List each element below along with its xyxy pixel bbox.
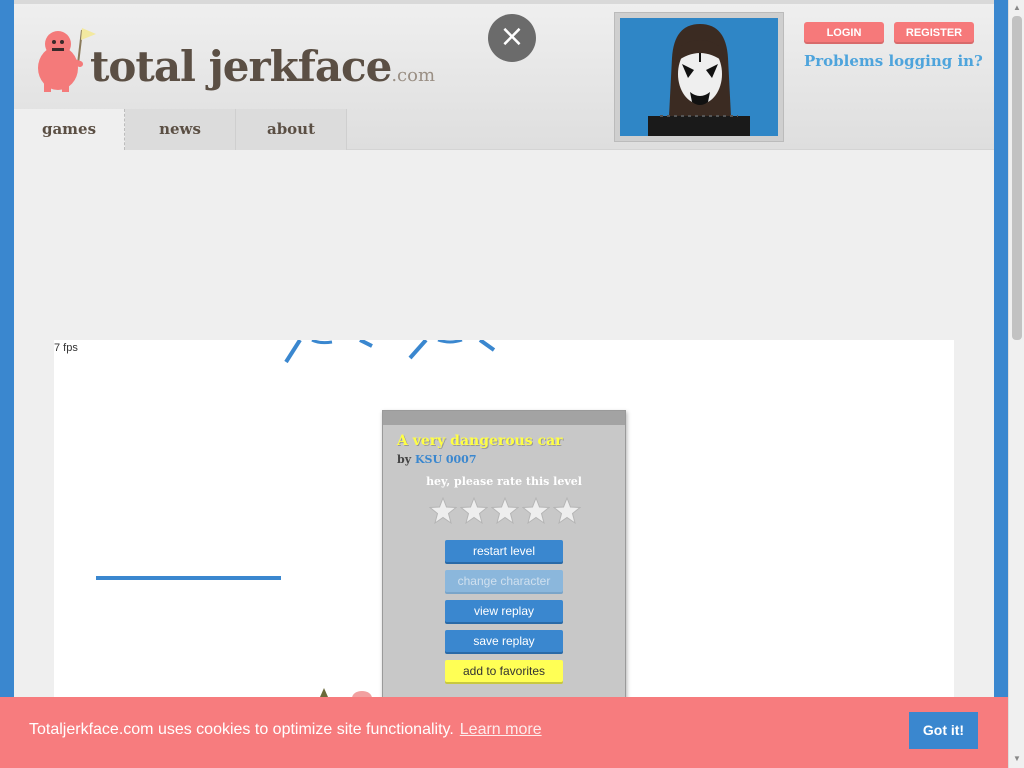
rating-stars (429, 497, 581, 525)
save-replay-button[interactable]: save replay (445, 630, 563, 652)
cookie-message: Totaljerkface.com uses cookies to optimi… (29, 721, 454, 738)
register-button[interactable]: REGISTER (894, 22, 974, 44)
by-label: by (397, 453, 412, 466)
logo-tld: .com (391, 65, 436, 86)
track-platform (96, 576, 281, 580)
scroll-up-icon[interactable]: ▲ (1012, 3, 1022, 13)
track-line (311, 340, 333, 345)
logo-wordmark: total jerkface.com (90, 42, 435, 91)
tab-about[interactable]: about (236, 109, 347, 150)
add-to-favorites-button[interactable]: add to favorites (445, 660, 563, 682)
track-line (478, 340, 496, 352)
page: total jerkface.com games news about × LO… (14, 0, 994, 768)
close-icon[interactable]: × (488, 14, 536, 62)
tab-news[interactable]: news (125, 109, 236, 150)
star-icon[interactable] (460, 497, 488, 525)
track-line (408, 340, 428, 360)
vertical-scrollbar[interactable]: ▲ ▼ (1008, 0, 1024, 768)
dialog-titlebar (383, 411, 625, 425)
view-replay-button[interactable]: view replay (445, 600, 563, 622)
star-icon[interactable] (553, 497, 581, 525)
cookie-accept-button[interactable]: Got it! (909, 712, 978, 749)
site-header: total jerkface.com games news about × LO… (14, 4, 994, 150)
scroll-down-icon[interactable]: ▼ (1012, 754, 1022, 764)
login-button[interactable]: LOGIN (804, 22, 884, 44)
fps-counter: 7 fps (54, 342, 78, 354)
main-nav: games news about (14, 109, 347, 150)
track-line (437, 340, 463, 344)
problems-logging-in-link[interactable]: Problems logging in? (804, 52, 983, 70)
rate-prompt: hey, please rate this level (426, 475, 582, 488)
star-icon[interactable] (429, 497, 457, 525)
cookie-banner: Totaljerkface.com uses cookies to optimi… (0, 697, 1008, 768)
featured-avatar (614, 12, 784, 142)
star-icon[interactable] (522, 497, 550, 525)
track-line (284, 340, 302, 364)
tab-games[interactable]: games (14, 109, 125, 150)
learn-more-link[interactable]: Learn more (460, 721, 542, 738)
level-complete-dialog: A very dangerous car by KSU 0007 hey, pl… (382, 410, 626, 710)
cookie-message-row: Totaljerkface.com uses cookies to optimi… (29, 721, 542, 739)
logo-name: total jerkface (90, 42, 392, 91)
author-link[interactable]: KSU 0007 (415, 453, 477, 466)
level-title: A very dangerous car (397, 433, 563, 449)
scrollbar-thumb[interactable] (1012, 16, 1022, 340)
level-byline: by KSU 0007 (397, 453, 476, 466)
star-icon[interactable] (491, 497, 519, 525)
track-line (359, 340, 373, 348)
character-portrait-icon (620, 18, 778, 136)
restart-level-button[interactable]: restart level (445, 540, 563, 562)
site-logo[interactable]: total jerkface.com (34, 24, 474, 104)
change-character-button[interactable]: change character (445, 570, 563, 592)
